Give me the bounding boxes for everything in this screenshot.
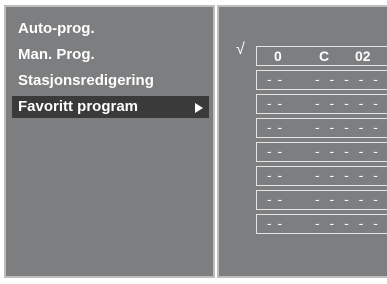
arrow-right-icon [195,103,203,113]
program-channel: 02 [355,48,371,64]
empty-number: - - [267,167,284,183]
empty-name: - - - - - [315,119,381,135]
empty-name: - - - - - [315,167,381,183]
menu-item-man-prog[interactable]: Man. Prog. [12,44,209,66]
menu-item-label: Favoritt program [18,98,139,115]
empty-name: - - - - - [315,191,381,207]
menu-item-auto-prog[interactable]: Auto-prog. [12,18,209,40]
tv-osd-screen: Auto-prog. Man. Prog. Stasjonsredigering… [0,0,387,284]
program-menu: Auto-prog. Man. Prog. Stasjonsredigering… [4,5,215,278]
favorite-slot-5[interactable]: - - - - - - - [256,142,387,162]
empty-name: - - - - - [315,215,381,231]
favorite-programs-panel: √ 0 C 02 - - - - - - - - - - - - - - - -… [217,5,387,278]
menu-item-favoritt-program[interactable]: Favoritt program [12,96,209,118]
program-source: C [319,48,330,64]
empty-number: - - [267,119,284,135]
favorite-slot-4[interactable]: - - - - - - - [256,118,387,138]
empty-name: - - - - - [315,143,381,159]
program-number: 0 [274,48,282,64]
check-mark-icon: √ [236,41,245,58]
menu-item-label: Stasjonsredigering [18,72,154,89]
menu-item-stasjonsredigering[interactable]: Stasjonsredigering [12,70,209,92]
menu-item-label: Man. Prog. [18,46,95,63]
favorite-slot-1[interactable]: 0 C 02 [256,46,387,66]
menu-item-label: Auto-prog. [18,20,95,37]
favorite-slot-7[interactable]: - - - - - - - [256,190,387,210]
favorite-slot-3[interactable]: - - - - - - - [256,94,387,114]
empty-number: - - [267,71,284,87]
empty-name: - - - - - [315,71,381,87]
empty-name: - - - - - [315,95,381,111]
empty-number: - - [267,191,284,207]
favorite-slot-6[interactable]: - - - - - - - [256,166,387,186]
empty-number: - - [267,95,284,111]
empty-number: - - [267,143,284,159]
favorite-slot-8[interactable]: - - - - - - - [256,214,387,234]
empty-number: - - [267,215,284,231]
favorite-slot-2[interactable]: - - - - - - - [256,70,387,90]
